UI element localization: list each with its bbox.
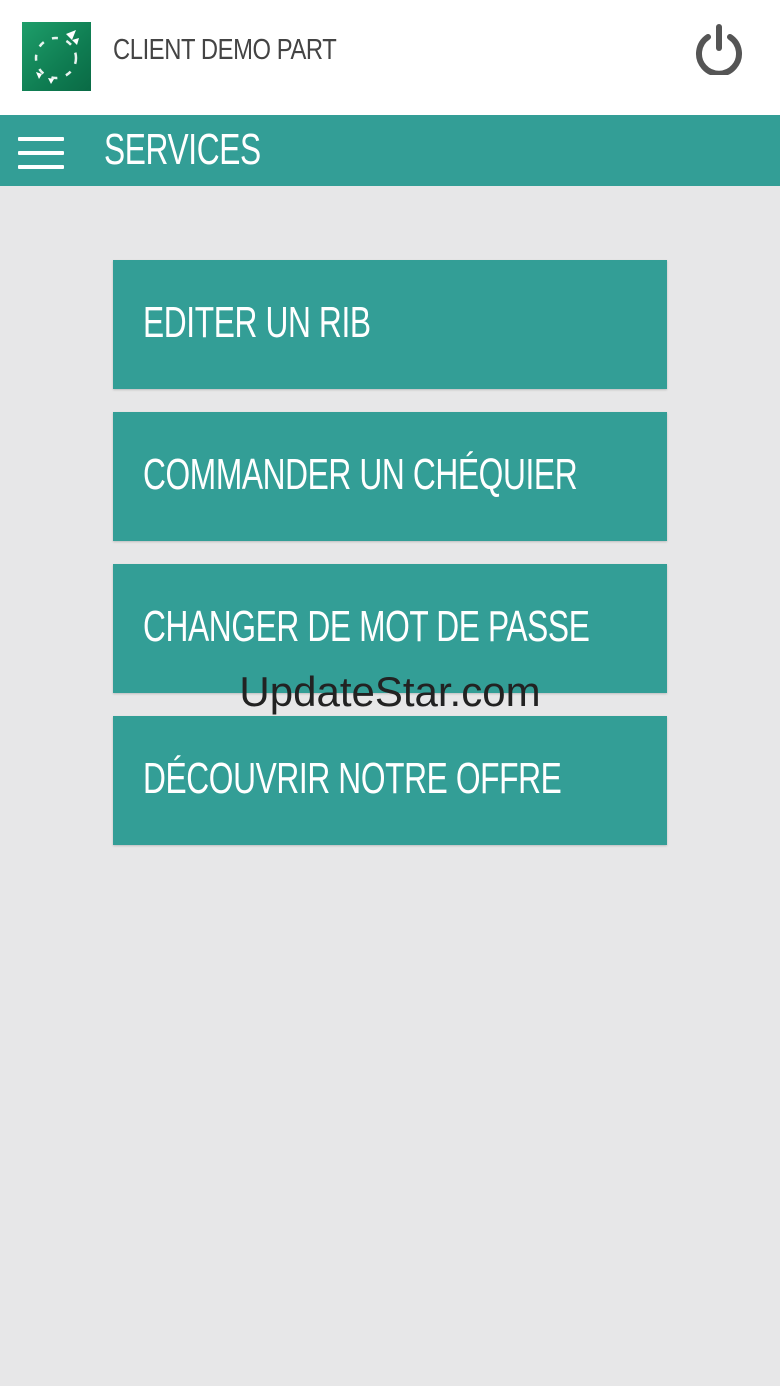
client-name: CLIENT DEMO PART <box>113 34 337 66</box>
order-checkbook-label: COMMANDER UN CHÉQUIER <box>143 450 578 499</box>
nav-bar: SERVICES <box>0 115 780 186</box>
top-bar: CLIENT DEMO PART <box>0 0 780 115</box>
change-password-button[interactable]: CHANGER DE MOT DE PASSE <box>113 564 667 693</box>
power-icon[interactable] <box>693 23 745 77</box>
services-menu: EDITER UN RIB COMMANDER UN CHÉQUIER CHAN… <box>113 260 667 868</box>
change-password-label: CHANGER DE MOT DE PASSE <box>143 602 590 651</box>
bank-logo-icon <box>22 22 91 91</box>
edit-rib-label: EDITER UN RIB <box>143 298 371 347</box>
edit-rib-button[interactable]: EDITER UN RIB <box>113 260 667 389</box>
page-title: SERVICES <box>104 125 261 174</box>
discover-offer-label: DÉCOUVRIR NOTRE OFFRE <box>143 754 562 803</box>
order-checkbook-button[interactable]: COMMANDER UN CHÉQUIER <box>113 412 667 541</box>
discover-offer-button[interactable]: DÉCOUVRIR NOTRE OFFRE <box>113 716 667 845</box>
hamburger-menu-icon[interactable] <box>18 135 64 171</box>
